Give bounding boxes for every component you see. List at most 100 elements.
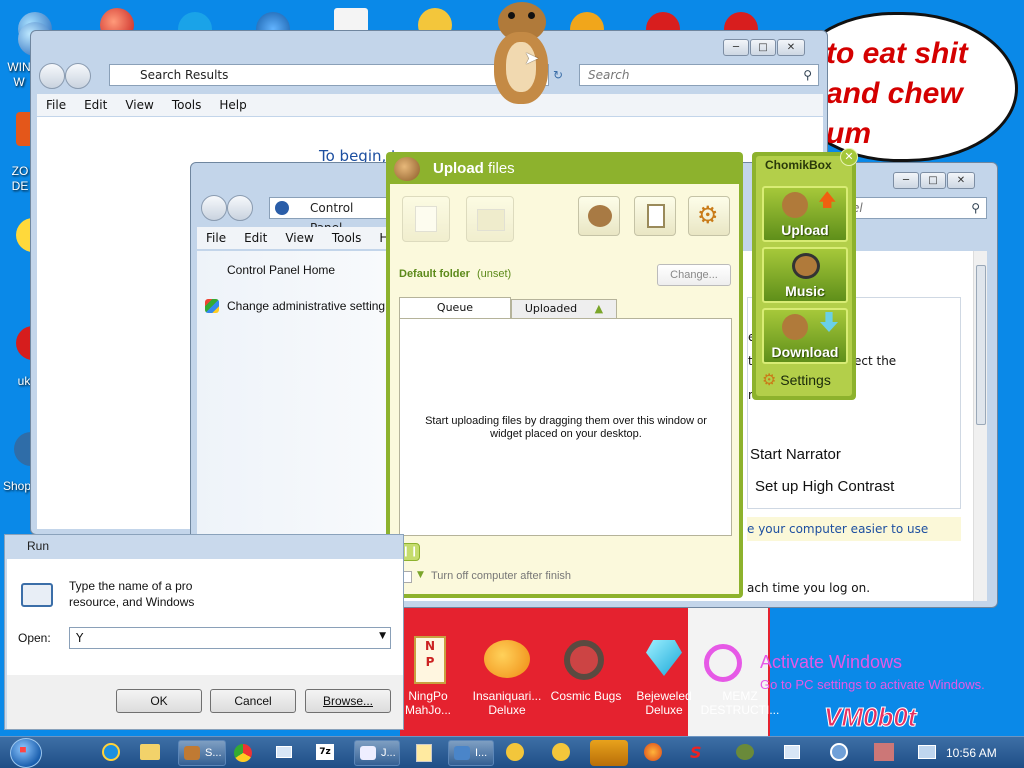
taskbar-item-document[interactable]: J...	[354, 740, 400, 766]
folder-taskbar-icon[interactable]	[140, 744, 160, 760]
menu-file[interactable]: File	[197, 231, 235, 245]
search-icon: ⚲	[971, 201, 980, 215]
character-taskbar-icon[interactable]	[552, 743, 570, 761]
upload-title-bold: Upload	[433, 160, 484, 177]
tab-queue[interactable]: Queue	[399, 297, 511, 319]
hamster-icon	[782, 314, 808, 340]
clock-app-taskbar-icon[interactable]	[830, 743, 848, 761]
vertical-scrollbar[interactable]	[973, 251, 987, 601]
close-button[interactable]: ✕	[947, 172, 975, 189]
window-taskbar-icon[interactable]	[784, 745, 800, 759]
default-folder-value: (unset)	[476, 268, 512, 280]
chomik-tray-taskbar-icon[interactable]	[874, 743, 894, 761]
green-app-taskbar-icon[interactable]	[590, 740, 628, 766]
widget-download-label: Download	[771, 344, 839, 360]
ningpo-icon[interactable]: NP	[414, 636, 446, 684]
cosmic-bugs-icon[interactable]	[564, 640, 604, 680]
red-s-taskbar-icon[interactable]: S	[690, 743, 708, 762]
cancel-button[interactable]: Cancel	[210, 689, 296, 713]
notepad-taskbar-icon[interactable]	[416, 744, 432, 762]
minimize-button[interactable]: ─	[893, 172, 919, 189]
hamster-mascot	[492, 2, 550, 106]
widget-close-button[interactable]: ✕	[840, 148, 858, 166]
ok-button[interactable]: OK	[116, 689, 202, 713]
key-icon[interactable]	[704, 644, 742, 682]
control-panel-home-link[interactable]: Control Panel Home	[227, 263, 335, 277]
control-panel-icon	[275, 201, 289, 215]
widget-settings[interactable]: ⚙ Settings	[762, 370, 831, 390]
taskbar-item-control-panel[interactable]: I...	[448, 740, 494, 766]
run-dialog: Run Type the name of a pro resource, and…	[4, 534, 404, 730]
chomik-button[interactable]	[578, 196, 620, 236]
triangle-up-icon: ▲	[594, 302, 604, 315]
7zip-taskbar-icon[interactable]: 7z	[316, 744, 334, 760]
hamster-icon	[782, 192, 808, 218]
character-taskbar-icon[interactable]	[506, 743, 524, 761]
menu-tools[interactable]: Tools	[163, 98, 211, 112]
tab-uploaded[interactable]: Uploaded ▲	[511, 299, 617, 319]
widget-music-tile[interactable]: Music	[762, 247, 848, 303]
vm-watermark: VM0b0t	[823, 702, 917, 733]
menu-help[interactable]: Help	[210, 98, 255, 112]
add-files-button[interactable]	[402, 196, 450, 242]
ie-taskbar-icon[interactable]	[102, 743, 120, 761]
change-admin-settings-link[interactable]: Change administrative setting	[227, 299, 385, 313]
back-button[interactable]	[39, 63, 65, 89]
fish-icon[interactable]	[484, 640, 530, 678]
taskbar-clock[interactable]: 10:56 AM	[946, 746, 997, 760]
address-bar[interactable]: Control Panel	[269, 197, 387, 235]
desktop-icon-label: Bejeweled Deluxe	[636, 689, 692, 717]
menu-view[interactable]: View	[116, 98, 162, 112]
easier-use-link[interactable]: e your computer easier to use	[747, 522, 928, 536]
start-narrator-link[interactable]: Start Narrator	[750, 446, 841, 463]
settings-button[interactable]: ⚙	[688, 196, 730, 236]
upload-title-rest: files	[483, 160, 515, 177]
desktop-icon-label: Shop	[2, 479, 32, 493]
firefox-taskbar-icon[interactable]	[644, 743, 662, 761]
back-button[interactable]	[201, 195, 227, 221]
scrollbar-thumb[interactable]	[976, 265, 986, 425]
menu-edit[interactable]: Edit	[75, 98, 116, 112]
maximize-button[interactable]: □	[750, 39, 776, 56]
chrome-taskbar-icon[interactable]	[234, 744, 252, 762]
bug-taskbar-icon[interactable]	[736, 744, 754, 760]
address-bar[interactable]: Search Results	[109, 64, 549, 86]
monitor-taskbar-icon[interactable]	[918, 745, 936, 759]
search-icon: ⚲	[803, 68, 812, 82]
search-input[interactable]: el ⚲	[849, 197, 987, 219]
desktop-icon-label: NingPo MahJo...	[404, 689, 452, 717]
run-description-line1: Type the name of a pro	[69, 579, 193, 593]
refresh-icon[interactable]: ↻	[553, 68, 569, 82]
menu-edit[interactable]: Edit	[235, 231, 276, 245]
start-button[interactable]	[10, 738, 42, 768]
run-description-line2: resource, and Windows	[69, 595, 195, 609]
clipboard-button[interactable]	[634, 196, 676, 236]
add-folder-icon	[477, 209, 505, 231]
dropdown-arrow-icon[interactable]: ▼	[379, 631, 386, 641]
forward-button[interactable]	[227, 195, 253, 221]
open-input[interactable]: Y ▼	[69, 627, 391, 649]
search-input[interactable]: Search ⚲	[579, 64, 819, 86]
maximize-button[interactable]: □	[920, 172, 946, 189]
tab-uploaded-label: Uploaded	[524, 302, 578, 315]
widget-download-tile[interactable]: Download	[762, 308, 848, 364]
menu-tools[interactable]: Tools	[323, 231, 371, 245]
upload-files-window: Upload files ⚙ Default folder (unset) Ch…	[386, 152, 743, 598]
menu-view[interactable]: View	[276, 231, 322, 245]
high-contrast-link[interactable]: Set up High Contrast	[755, 478, 894, 495]
control-panel-icon	[454, 746, 470, 760]
taskbar-item-label: S...	[205, 747, 222, 759]
change-folder-button[interactable]: Change...	[657, 264, 731, 286]
queue-list[interactable]: Start uploading files by dragging them o…	[399, 318, 732, 536]
menu-file[interactable]: File	[37, 98, 75, 112]
widget-upload-tile[interactable]: 🡅 Upload	[762, 186, 848, 242]
taskbar-item-label: J...	[381, 747, 396, 759]
window-taskbar-icon[interactable]	[276, 746, 292, 758]
close-button[interactable]: ✕	[777, 39, 805, 56]
browse-button[interactable]: Browse...	[305, 689, 391, 713]
add-folder-button[interactable]	[466, 196, 514, 242]
taskbar-item-chomik[interactable]: S...	[178, 740, 226, 766]
widget-music-label: Music	[785, 283, 825, 299]
forward-button[interactable]	[65, 63, 91, 89]
minimize-button[interactable]: ─	[723, 39, 749, 56]
